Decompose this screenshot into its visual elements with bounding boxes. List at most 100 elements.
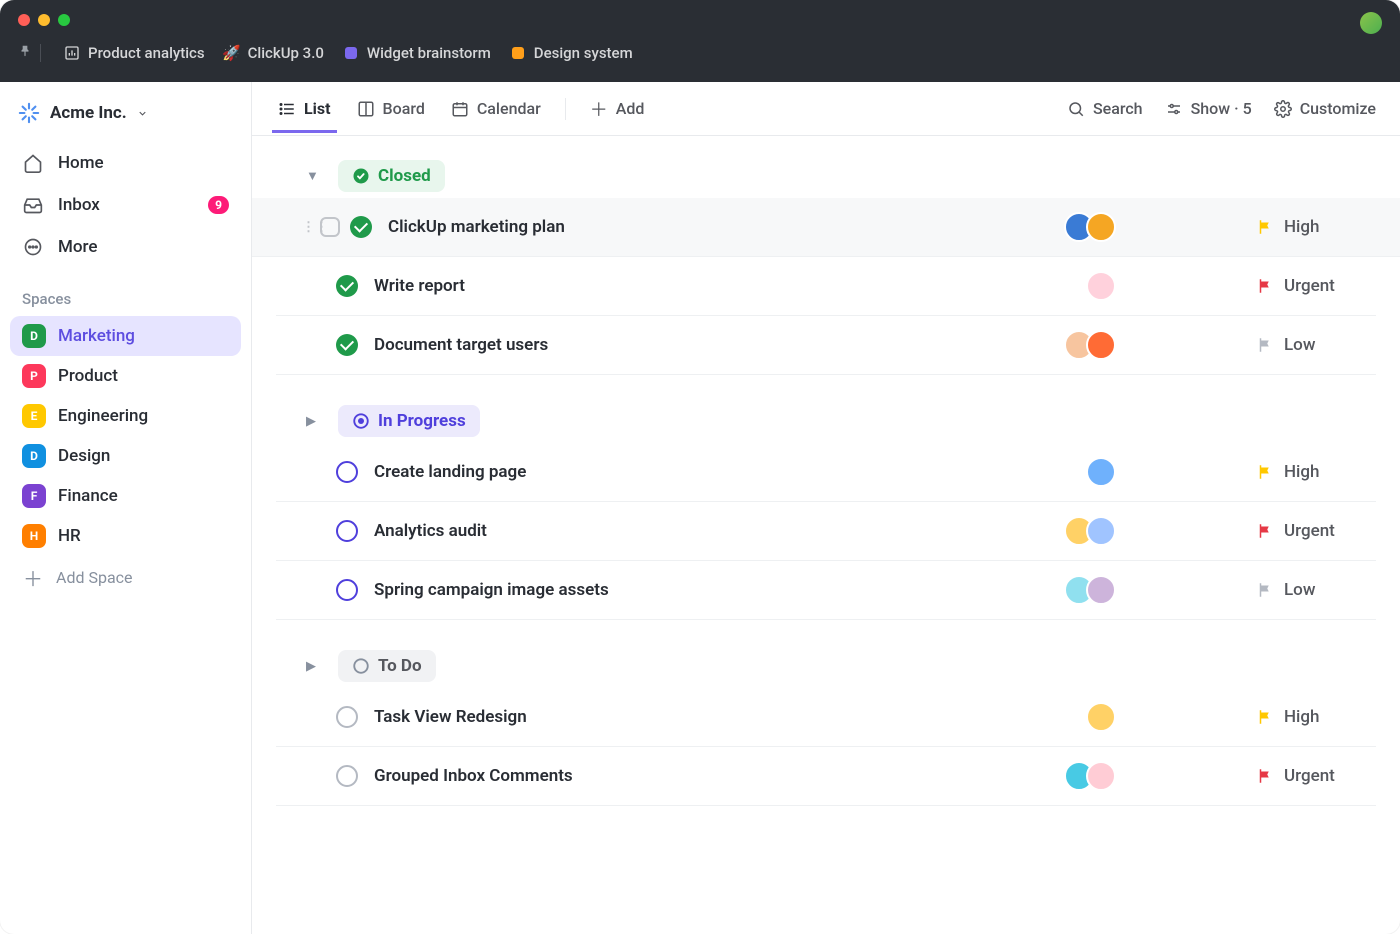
- task-status-icon[interactable]: [336, 334, 358, 356]
- customize-button[interactable]: Customize: [1274, 99, 1376, 118]
- group-toggle[interactable]: ▼: [306, 168, 324, 184]
- tab-icon: [342, 44, 360, 62]
- status-pill[interactable]: To Do: [338, 650, 436, 682]
- view-board-label: Board: [383, 99, 425, 118]
- task-row[interactable]: Write reportUrgent: [276, 257, 1376, 316]
- pin-icon[interactable]: [18, 44, 41, 62]
- group-toggle[interactable]: ▶: [306, 659, 324, 674]
- add-view-button[interactable]: ＋ Add: [588, 82, 647, 136]
- maximize-window-button[interactable]: [58, 14, 70, 26]
- task-status-icon[interactable]: [336, 579, 358, 601]
- task-priority[interactable]: Low: [1256, 335, 1376, 355]
- show-label: Show · 5: [1191, 99, 1252, 118]
- task-priority[interactable]: High: [1256, 217, 1376, 237]
- assignees[interactable]: [1086, 271, 1116, 301]
- top-tab[interactable]: Design system: [509, 44, 633, 62]
- inbox-icon: [22, 194, 44, 216]
- task-checkbox[interactable]: [320, 217, 340, 237]
- space-item[interactable]: DMarketing: [10, 316, 241, 356]
- top-tab[interactable]: Product analytics: [63, 44, 205, 62]
- task-priority[interactable]: Urgent: [1256, 521, 1376, 541]
- drag-handle[interactable]: ⋮⋮: [302, 220, 320, 235]
- workspace-switcher[interactable]: Acme Inc.: [10, 96, 241, 142]
- view-list-label: List: [304, 99, 331, 118]
- tab-label: Product analytics: [88, 44, 205, 62]
- task-name: Document target users: [374, 335, 1064, 355]
- task-row[interactable]: Task View RedesignHigh: [276, 688, 1376, 747]
- add-space-button[interactable]: ＋ Add Space: [10, 556, 241, 598]
- task-status-icon[interactable]: [336, 461, 358, 483]
- tab-label: Widget brainstorm: [367, 44, 491, 62]
- user-avatar[interactable]: [1360, 12, 1382, 34]
- view-calendar[interactable]: Calendar: [449, 85, 543, 132]
- task-row[interactable]: Create landing page High: [276, 443, 1376, 502]
- list-icon: [278, 100, 296, 118]
- flag-icon: [1256, 336, 1274, 354]
- assignees[interactable]: [1086, 702, 1116, 732]
- task-name: Spring campaign image assets: [374, 580, 1064, 600]
- nav-home[interactable]: Home: [10, 142, 241, 184]
- search-button[interactable]: Search: [1067, 99, 1143, 118]
- avatar: [1086, 212, 1116, 242]
- status-pill[interactable]: Closed: [338, 160, 445, 192]
- group-toggle[interactable]: ▶: [306, 414, 324, 429]
- task-priority[interactable]: Urgent: [1256, 276, 1376, 296]
- top-tab[interactable]: Widget brainstorm: [342, 44, 491, 62]
- task-priority[interactable]: Urgent: [1256, 766, 1376, 786]
- status-label: In Progress: [378, 411, 466, 431]
- task-row[interactable]: ⋮⋮ClickUp marketing planHigh: [252, 198, 1400, 257]
- task-status-icon[interactable]: [336, 706, 358, 728]
- tab-label: Design system: [534, 44, 633, 62]
- plus-icon: ＋: [22, 566, 44, 588]
- status-label: To Do: [378, 656, 422, 676]
- close-window-button[interactable]: [18, 14, 30, 26]
- assignees[interactable]: [1064, 330, 1116, 360]
- show-button[interactable]: Show · 5: [1165, 99, 1252, 118]
- add-view-label: Add: [616, 99, 645, 118]
- assignees[interactable]: [1064, 212, 1116, 242]
- task-status-icon[interactable]: [336, 275, 358, 297]
- task-row[interactable]: Document target users Low: [276, 316, 1376, 375]
- space-icon: P: [22, 364, 46, 388]
- space-icon: D: [22, 444, 46, 468]
- window-controls: [0, 0, 1400, 34]
- task-priority[interactable]: High: [1256, 707, 1376, 727]
- assignees[interactable]: [1064, 761, 1116, 791]
- task-status-icon[interactable]: [336, 520, 358, 542]
- view-list[interactable]: List: [276, 85, 333, 132]
- flag-icon: [1256, 522, 1274, 540]
- task-row[interactable]: Grouped Inbox CommentsUrgent: [276, 747, 1376, 806]
- workspace-logo-icon: [18, 102, 40, 124]
- plus-icon: ＋: [590, 96, 608, 122]
- group-header: ▼ Closed: [276, 160, 1376, 192]
- priority-label: High: [1284, 217, 1319, 237]
- gear-icon: [1274, 100, 1292, 118]
- avatar: [1086, 761, 1116, 791]
- assignees[interactable]: [1064, 575, 1116, 605]
- priority-label: Low: [1284, 335, 1315, 355]
- avatar: [1086, 330, 1116, 360]
- top-tabs: Product analytics 🚀ClickUp 3.0 Widget brai…: [0, 34, 1400, 82]
- space-item[interactable]: HHR: [10, 516, 241, 556]
- task-name: Create landing page: [374, 462, 1086, 482]
- task-status-icon[interactable]: [336, 765, 358, 787]
- space-item[interactable]: EEngineering: [10, 396, 241, 436]
- space-item[interactable]: FFinance: [10, 476, 241, 516]
- assignees[interactable]: [1086, 457, 1116, 487]
- task-row[interactable]: Spring campaign image assets Low: [276, 561, 1376, 620]
- task-priority[interactable]: High: [1256, 462, 1376, 482]
- task-row[interactable]: Analytics auditUrgent: [276, 502, 1376, 561]
- view-board[interactable]: Board: [355, 85, 427, 132]
- space-item[interactable]: DDesign: [10, 436, 241, 476]
- minimize-window-button[interactable]: [38, 14, 50, 26]
- nav-more[interactable]: More: [10, 226, 241, 268]
- task-priority[interactable]: Low: [1256, 580, 1376, 600]
- status-pill[interactable]: In Progress: [338, 405, 480, 437]
- assignees[interactable]: [1064, 516, 1116, 546]
- task-status-icon[interactable]: [350, 216, 372, 238]
- avatar: [1086, 702, 1116, 732]
- nav-inbox[interactable]: Inbox 9: [10, 184, 241, 226]
- priority-label: High: [1284, 707, 1319, 727]
- space-item[interactable]: PProduct: [10, 356, 241, 396]
- top-tab[interactable]: 🚀ClickUp 3.0: [223, 44, 324, 62]
